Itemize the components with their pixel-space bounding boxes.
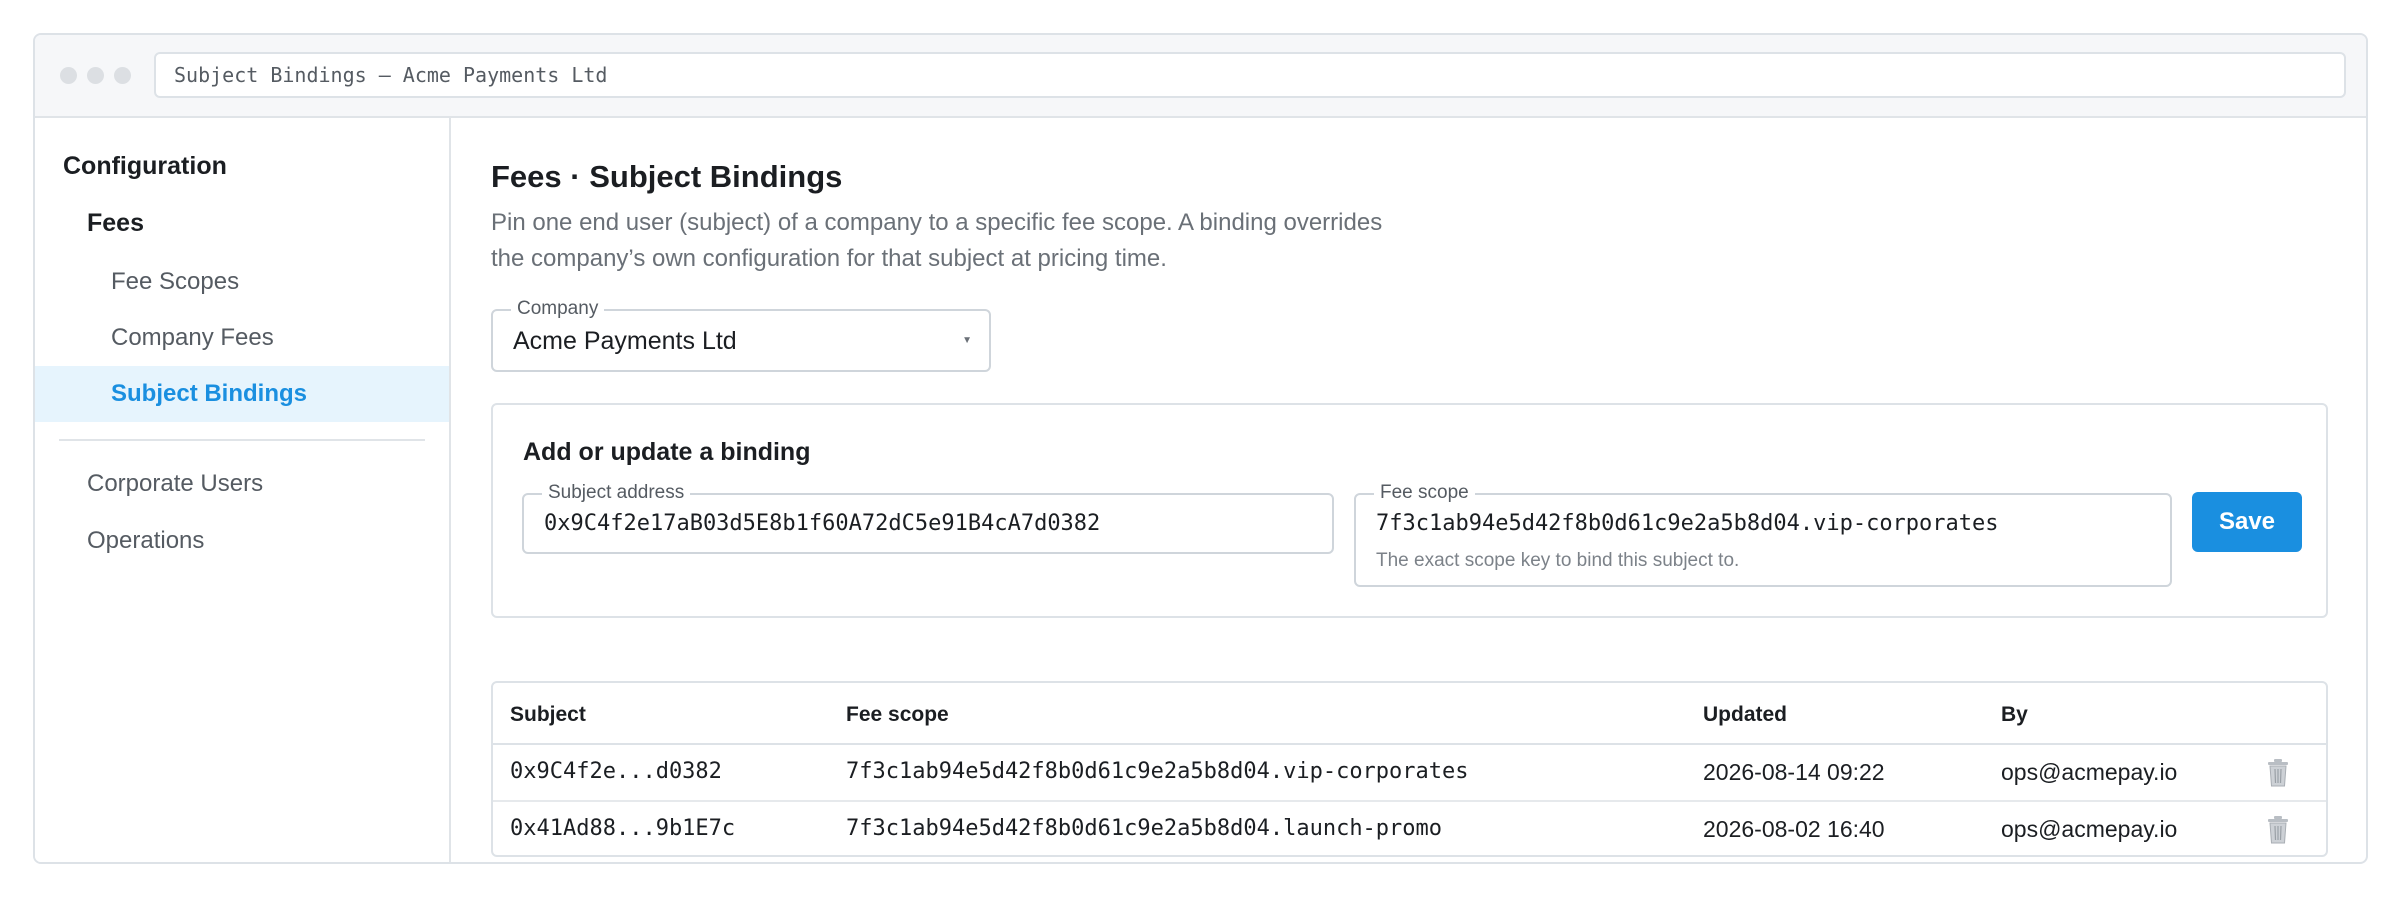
cell-updated: 2026-08-02 16:40 [1703,816,1885,842]
cell-fee-scope: 7f3c1ab94e5d42f8b0d61c9e2a5b8d04.launch-… [846,816,1443,841]
address-bar[interactable]: Subject Bindings — Acme Payments Ltd [154,52,2346,98]
title-bar: Subject Bindings — Acme Payments Ltd [35,35,2366,118]
bindings-table: Subject Fee scope Updated By 0x9C4f2e...… [491,681,2328,857]
sidebar-item-operations[interactable]: Operations [87,527,204,555]
sidebar: Configuration Fees Fee Scopes Company Fe… [35,118,451,862]
column-header-fee-scope[interactable]: Fee scope [846,703,949,727]
company-value: Acme Payments Ltd [513,327,737,355]
cell-fee-scope: 7f3c1ab94e5d42f8b0d61c9e2a5b8d04.vip-cor… [846,759,1469,784]
main-content: Fees · Subject Bindings Pin one end user… [451,118,2366,862]
cell-by: ops@acmepay.io [2001,816,2178,842]
app-window: Subject Bindings — Acme Payments Ltd Con… [33,33,2368,864]
table-row[interactable]: 0x41Ad88...9b1E7c 7f3c1ab94e5d42f8b0d61c… [493,802,2326,855]
page-description: Pin one end user (subject) of a company … [491,209,1383,272]
sidebar-item-company-fees[interactable]: Company Fees [111,324,274,352]
column-header-updated[interactable]: Updated [1703,703,1787,727]
page-title: Fees · Subject Bindings [491,159,843,194]
window-minimize-dot[interactable] [87,67,104,84]
column-header-subject[interactable]: Subject [510,703,586,727]
trash-icon[interactable] [2266,816,2290,844]
window-maximize-dot[interactable] [114,67,131,84]
sidebar-divider [59,439,425,441]
subject-address-field[interactable]: Subject address 0x9C4f2e17aB03d5E8b1f60A… [522,482,1334,554]
company-label: Company [511,298,605,320]
trash-icon[interactable] [2266,759,2290,787]
cell-by: ops@acmepay.io [2001,759,2178,785]
sidebar-item-label: Subject Bindings [111,380,308,407]
fee-scope-field[interactable]: Fee scope 7f3c1ab94e5d42f8b0d61c9e2a5b8d… [1354,482,2172,587]
fee-scope-label: Fee scope [1374,482,1475,504]
sidebar-item-fee-scopes[interactable]: Fee Scopes [111,268,239,296]
save-button[interactable]: Save [2192,492,2302,552]
cell-subject: 0x9C4f2e...d0382 [510,759,722,784]
column-header-by[interactable]: By [2001,703,2028,727]
fee-scope-helper: The exact scope key to bind this subject… [1376,550,1740,571]
sidebar-group-fees[interactable]: Fees [87,209,144,238]
subject-address-label: Subject address [542,482,691,504]
cell-subject: 0x41Ad88...9b1E7c [510,816,736,841]
subject-address-value: 0x9C4f2e17aB03d5E8b1f60A72dC5e91B4cA7d03… [544,511,1101,536]
form-title: Add or update a binding [523,438,811,466]
cell-updated: 2026-08-14 09:22 [1703,759,1885,785]
window-close-dot[interactable] [60,67,77,84]
sidebar-section-configuration: Configuration [63,152,227,180]
company-select[interactable]: Company Acme Payments Ltd ▼ [491,298,991,372]
sidebar-item-corporate-users[interactable]: Corporate Users [87,470,263,498]
binding-form-card: Add or update a binding Subject address … [491,403,2328,618]
table-row[interactable]: 0x9C4f2e...d0382 7f3c1ab94e5d42f8b0d61c9… [493,745,2326,802]
fee-scope-value: 7f3c1ab94e5d42f8b0d61c9e2a5b8d04.vip-cor… [1376,511,1999,536]
chevron-down-icon: ▼ [962,335,972,346]
sidebar-item-subject-bindings[interactable]: Subject Bindings [35,366,449,422]
